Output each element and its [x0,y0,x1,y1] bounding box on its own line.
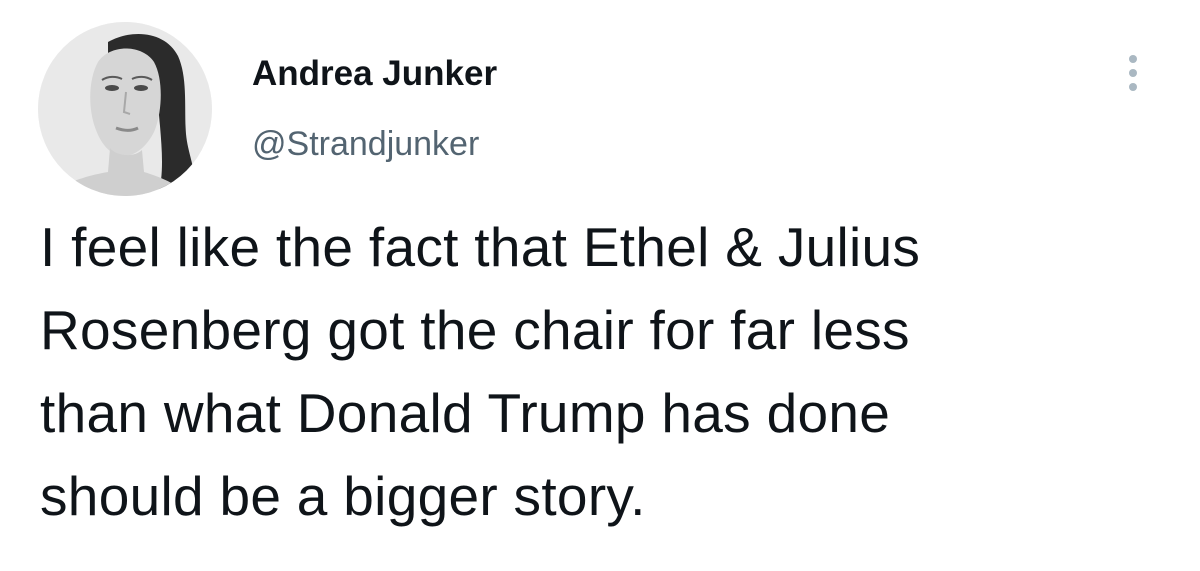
tweet-text-line: Rosenberg got the chair for far less [40,299,910,361]
more-options-icon [1129,55,1137,63]
more-options-icon-dot [1129,83,1137,91]
tweet-card: Andrea Junker @Strandjunker I feel like … [0,0,1200,571]
author-display-name[interactable]: Andrea Junker [252,52,497,96]
avatar[interactable] [38,22,212,196]
tweet-text-line: should be a bigger story. [40,465,646,527]
profile-photo-icon [38,22,212,196]
tweet-text-line: I feel like the fact that Ethel & Julius [40,216,921,278]
tweet-text: I feel like the fact that Ethel & Julius… [40,206,1170,538]
more-options-icon-dot [1129,69,1137,77]
more-options-button[interactable] [1116,48,1150,98]
tweet-text-line: than what Donald Trump has done [40,382,891,444]
author-handle[interactable]: @Strandjunker [252,122,479,166]
